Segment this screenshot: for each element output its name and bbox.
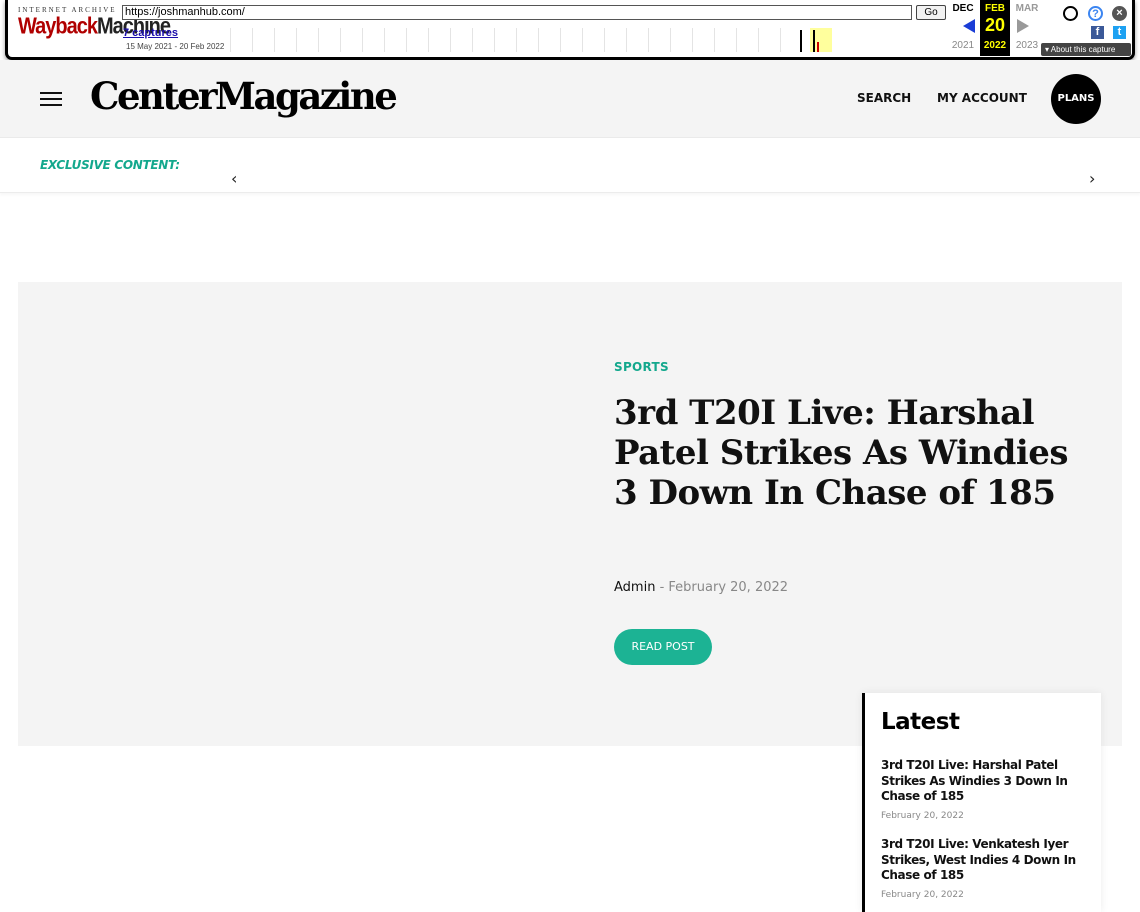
search-link[interactable]: SEARCH	[857, 91, 911, 105]
wayback-url-input[interactable]: https://joshmanhub.com/	[122, 5, 912, 20]
latest-item-date: February 20, 2022	[881, 889, 964, 900]
byline-separator: -	[655, 580, 669, 595]
sparkline-tick	[406, 28, 407, 52]
wayback-current-month: FEB	[985, 3, 1005, 14]
site-logo[interactable]: CenterMagazine	[90, 74, 398, 118]
wayback-sparkline[interactable]	[230, 28, 832, 52]
sparkline-tick	[758, 28, 759, 52]
sparkline-tick	[538, 28, 539, 52]
wayback-current-date: FEB 20 2022	[980, 0, 1010, 56]
exclusive-content-bar: EXCLUSIVE CONTENT: ‹ ›	[0, 139, 1140, 193]
latest-title: Latest	[881, 709, 960, 735]
sparkline-tick	[450, 28, 451, 52]
wayback-prev-arrow-icon[interactable]	[963, 19, 975, 33]
post-title[interactable]: 3rd T20I Live: Harshal Patel Strikes As …	[614, 393, 1084, 513]
sparkline-tick	[384, 28, 385, 52]
sparkline-tick	[670, 28, 671, 52]
ticker-next-icon[interactable]: ›	[1089, 171, 1095, 187]
sparkline-tick	[626, 28, 627, 52]
wayback-next-arrow-icon[interactable]	[1017, 19, 1029, 33]
about-capture-button[interactable]: ▾ About this capture	[1041, 43, 1131, 56]
sparkline-tick	[340, 28, 341, 52]
latest-item-title[interactable]: 3rd T20I Live: Harshal Patel Strikes As …	[881, 758, 1087, 805]
my-account-link[interactable]: MY ACCOUNT	[937, 91, 1027, 105]
post-byline: Admin - February 20, 2022	[614, 580, 788, 595]
close-icon[interactable]: ×	[1112, 6, 1127, 21]
sparkline-tick	[362, 28, 363, 52]
plans-button[interactable]: PLANS	[1051, 74, 1101, 124]
wayback-current-day: 20	[984, 15, 1006, 35]
sparkline-tick	[780, 28, 781, 52]
post-date: February 20, 2022	[668, 580, 789, 595]
sparkline-tick	[296, 28, 297, 52]
latest-item-title[interactable]: 3rd T20I Live: Venkatesh Iyer Strikes, W…	[881, 837, 1087, 884]
sparkline-tick	[230, 28, 231, 52]
wayback-date-range: 15 May 2021 - 20 Feb 2022	[126, 42, 225, 51]
wayback-prev-year[interactable]: 2021	[949, 40, 977, 51]
wayback-logo[interactable]: INTERNET ARCHIVE WaybackMachine	[18, 6, 171, 46]
wayback-current-year: 2022	[983, 40, 1007, 51]
sparkline-tick	[736, 28, 737, 52]
sparkline-tick	[560, 28, 561, 52]
ticker-prev-icon[interactable]: ‹	[231, 171, 237, 187]
user-icon[interactable]	[1063, 6, 1078, 21]
wayback-go-button[interactable]: Go	[916, 5, 946, 20]
sparkline-tick	[428, 28, 429, 52]
list-item[interactable]: 3rd T20I Live: Harshal Patel Strikes As …	[881, 758, 1087, 821]
sparkline-tick	[648, 28, 649, 52]
wayback-captures-link[interactable]: 7 captures	[123, 27, 178, 39]
latest-widget: Latest 3rd T20I Live: Harshal Patel Stri…	[862, 693, 1101, 912]
read-post-button[interactable]: READ POST	[614, 629, 712, 665]
wayback-prev-month[interactable]: DEC	[949, 3, 977, 14]
sparkline-tick	[274, 28, 275, 52]
sparkline-tick	[582, 28, 583, 52]
wayback-logo-way: Wayback	[18, 14, 98, 40]
sparkline-tick	[692, 28, 693, 52]
site-header: CenterMagazine SEARCH MY ACCOUNT PLANS	[0, 60, 1140, 138]
facebook-icon[interactable]: f	[1091, 26, 1104, 39]
wayback-toolbar: INTERNET ARCHIVE WaybackMachine https://…	[5, 0, 1135, 60]
sparkline-tick	[318, 28, 319, 52]
sparkline-tick	[714, 28, 715, 52]
wayback-logo-top: INTERNET ARCHIVE	[18, 6, 117, 14]
twitter-icon[interactable]: t	[1113, 26, 1126, 39]
sparkline-tick	[604, 28, 605, 52]
help-icon[interactable]: ?	[1088, 6, 1103, 21]
about-capture-label: About this capture	[1050, 45, 1116, 54]
sparkline-capture-bar	[813, 30, 815, 52]
exclusive-content-label: EXCLUSIVE CONTENT:	[40, 158, 180, 172]
featured-post-hero	[18, 282, 1122, 746]
wayback-next-year[interactable]: 2023	[1013, 40, 1041, 51]
sparkline-tick	[516, 28, 517, 52]
sparkline-capture-bar	[800, 30, 802, 52]
post-author[interactable]: Admin	[614, 580, 655, 595]
post-category[interactable]: SPORTS	[614, 360, 669, 374]
list-item[interactable]: 3rd T20I Live: Venkatesh Iyer Strikes, W…	[881, 837, 1087, 900]
sparkline-tick	[494, 28, 495, 52]
hamburger-icon[interactable]	[40, 92, 62, 106]
sparkline-tick	[472, 28, 473, 52]
wayback-logo-wordmark: WaybackMachine	[18, 14, 171, 40]
sparkline-capture-bar	[817, 42, 819, 52]
latest-item-date: February 20, 2022	[881, 810, 964, 821]
wayback-next-month[interactable]: MAR	[1013, 3, 1041, 14]
sparkline-tick	[252, 28, 253, 52]
